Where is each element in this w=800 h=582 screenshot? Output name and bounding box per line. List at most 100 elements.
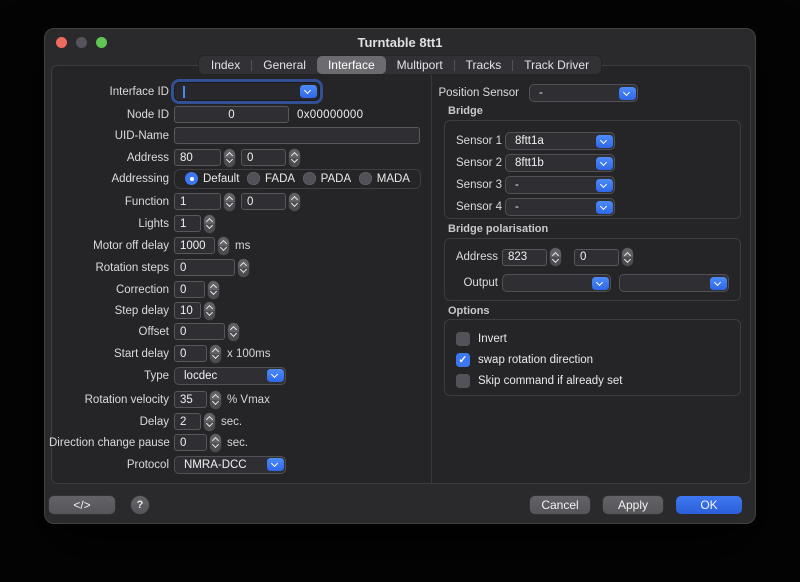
delay-stepper[interactable]: [204, 413, 215, 431]
sensor-1-select[interactable]: 8ftt1a: [505, 132, 615, 150]
position-sensor-select[interactable]: -: [529, 84, 638, 102]
rotation-steps-stepper[interactable]: [238, 259, 249, 277]
swap-rotation-checkbox[interactable]: [456, 353, 470, 367]
sensor-4-select[interactable]: -: [505, 198, 615, 216]
function-field-2[interactable]: 0: [241, 193, 286, 210]
position-sensor-row: Position Sensor -: [435, 84, 638, 102]
start-delay-stepper[interactable]: [210, 345, 221, 363]
sensor-3-select[interactable]: -: [505, 176, 615, 194]
motor-off-delay-row: Motor off delay 1000 ms: [49, 236, 250, 255]
sensor-1-label: Sensor 1: [456, 135, 500, 147]
offset-stepper[interactable]: [228, 323, 239, 341]
dialog-window: Turntable 8tt1 Index General Interface M…: [44, 28, 756, 524]
address-stepper-1[interactable]: [224, 149, 235, 167]
correction-field[interactable]: 0: [174, 281, 205, 298]
protocol-label: Protocol: [49, 459, 169, 471]
chevron-down-icon: [270, 460, 277, 467]
correction-row: Correction 0: [49, 280, 219, 299]
lights-field[interactable]: 1: [174, 215, 201, 232]
motor-off-delay-field[interactable]: 1000: [174, 237, 215, 254]
correction-label: Correction: [49, 284, 169, 296]
tab-general[interactable]: General: [252, 56, 317, 74]
tab-multiport[interactable]: Multiport: [386, 56, 454, 74]
bridge-polarisation-group-title: Bridge polarisation: [448, 223, 548, 235]
popup-button: [619, 87, 636, 100]
delay-field[interactable]: 2: [174, 413, 201, 430]
output-select-2[interactable]: [619, 274, 729, 292]
ok-button[interactable]: OK: [676, 496, 742, 514]
function-field-1[interactable]: 1: [174, 193, 221, 210]
step-delay-field[interactable]: 10: [174, 302, 201, 319]
rotation-steps-row: Rotation steps 0: [49, 258, 249, 277]
node-id-field[interactable]: 0: [174, 106, 289, 123]
start-delay-field[interactable]: 0: [174, 345, 207, 362]
polarisation-address-stepper-2[interactable]: [622, 248, 633, 266]
address-field-1[interactable]: 80: [174, 149, 221, 166]
popup-button: [596, 179, 613, 192]
sensor-4-row: Sensor 4 -: [456, 198, 615, 216]
swap-rotation-option-row: swap rotation direction: [456, 351, 593, 369]
offset-field[interactable]: 0: [174, 323, 225, 340]
polarisation-address-stepper-1[interactable]: [550, 248, 561, 266]
function-row: Function 1 0: [49, 192, 300, 211]
apply-button[interactable]: Apply: [603, 496, 663, 514]
polarisation-address-label: Address: [448, 251, 498, 263]
invert-option-row: Invert: [456, 330, 507, 348]
lights-stepper[interactable]: [204, 215, 215, 233]
direction-change-pause-field[interactable]: 0: [174, 434, 207, 451]
uid-name-field[interactable]: [174, 127, 420, 144]
function-stepper-2[interactable]: [289, 193, 300, 211]
tab-interface[interactable]: Interface: [317, 56, 386, 74]
delay-row: Delay 2 sec.: [49, 412, 242, 431]
rotation-velocity-row: Rotation velocity 35 % Vmax: [49, 390, 270, 409]
text-caret: [183, 86, 185, 98]
radio-mada[interactable]: MADA: [359, 172, 410, 185]
interface-id-combobox[interactable]: [174, 82, 320, 101]
motor-off-delay-stepper[interactable]: [218, 237, 229, 255]
protocol-row: Protocol NMRA-DCC: [49, 455, 286, 474]
radio-icon: [359, 172, 372, 185]
output-label: Output: [448, 277, 498, 289]
function-stepper-1[interactable]: [224, 193, 235, 211]
radio-fada[interactable]: FADA: [247, 172, 295, 185]
addressing-label: Addressing: [49, 173, 169, 185]
polarisation-address-row: Address 823 0: [448, 248, 633, 266]
chevron-down-icon: [304, 87, 311, 94]
polarisation-address-field-1[interactable]: 823: [502, 249, 547, 266]
rotation-velocity-stepper[interactable]: [210, 391, 221, 409]
rotation-velocity-field[interactable]: 35: [174, 391, 207, 408]
rotation-steps-field[interactable]: 0: [174, 259, 235, 276]
type-row: Type locdec: [49, 366, 286, 385]
protocol-select[interactable]: NMRA-DCC: [174, 456, 286, 474]
sensor-2-select[interactable]: 8ftt1b: [505, 154, 615, 172]
polarisation-address-field-2[interactable]: 0: [574, 249, 619, 266]
chevron-down-icon: [595, 278, 602, 285]
sensor-3-row: Sensor 3 -: [456, 176, 615, 194]
tab-tracks[interactable]: Tracks: [455, 56, 513, 74]
radio-default[interactable]: Default: [185, 172, 239, 185]
skip-command-checkbox[interactable]: [456, 374, 470, 388]
step-delay-stepper[interactable]: [204, 302, 215, 320]
combo-dropdown-button[interactable]: [300, 85, 317, 98]
invert-checkbox[interactable]: [456, 332, 470, 346]
tab-track-driver[interactable]: Track Driver: [513, 56, 600, 74]
correction-stepper[interactable]: [208, 281, 219, 299]
skip-command-option-row: Skip command if already set: [456, 372, 622, 390]
code-button[interactable]: </>: [49, 496, 115, 514]
node-id-row: Node ID 0 0x00000000: [49, 105, 363, 124]
delay-unit: sec.: [221, 416, 242, 428]
cancel-button[interactable]: Cancel: [530, 496, 590, 514]
direction-change-pause-stepper[interactable]: [210, 434, 221, 452]
radio-pada[interactable]: PADA: [303, 172, 351, 185]
output-select-1[interactable]: [502, 274, 611, 292]
radio-icon: [303, 172, 316, 185]
address-field-2[interactable]: 0: [241, 149, 286, 166]
address-stepper-2[interactable]: [289, 149, 300, 167]
popup-button: [267, 369, 284, 382]
tab-index[interactable]: Index: [200, 56, 251, 74]
titlebar: Turntable 8tt1: [45, 29, 755, 55]
screen: Turntable 8tt1 Index General Interface M…: [0, 0, 800, 582]
chevron-down-icon: [622, 88, 629, 95]
type-select[interactable]: locdec: [174, 367, 286, 385]
help-button[interactable]: ?: [131, 496, 149, 514]
